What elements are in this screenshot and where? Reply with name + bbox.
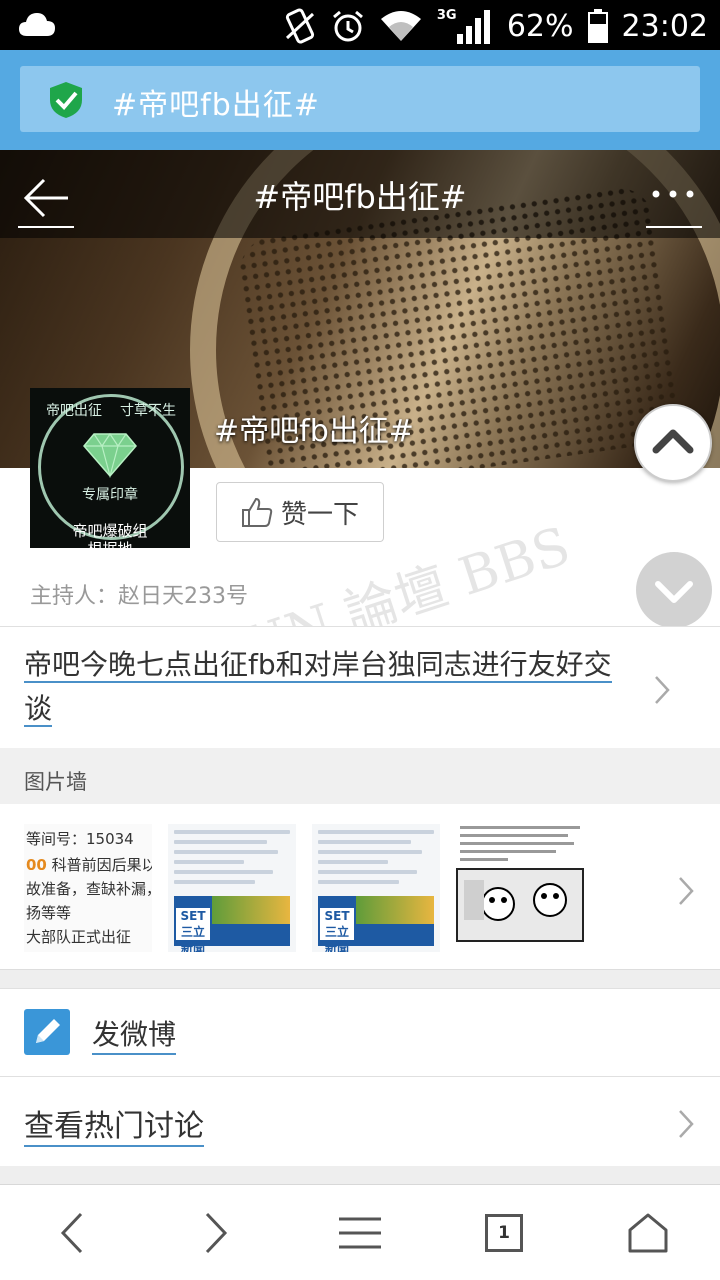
avatar-caption-2: 根据地 <box>30 538 190 548</box>
diamond-icon <box>83 432 137 478</box>
like-button[interactable]: 赞一下 <box>216 482 384 542</box>
topic-text: 帝吧今晚七点出征fb和对岸台独同志进行友好交谈 <box>24 643 624 731</box>
thumb-text-block <box>318 830 434 890</box>
seal-text-center: 专属印章 <box>82 487 138 503</box>
chevron-right-icon <box>205 1212 228 1254</box>
tabs-count: 1 <box>485 1214 523 1252</box>
tabs-button[interactable]: 1 <box>474 1203 534 1263</box>
thumb-text-block <box>174 830 290 890</box>
picture-wall-header: 图片墙 <box>0 748 720 804</box>
host-label: 主持人：赵日天233号 <box>30 584 248 609</box>
browser-bottom-nav: 1 <box>0 1184 720 1280</box>
battery-icon <box>587 9 608 43</box>
chevron-down-icon <box>655 581 693 603</box>
battery-percent: 62% <box>506 8 574 44</box>
picture-thumbnail[interactable] <box>456 824 584 952</box>
signal-icon: 3G <box>437 6 493 46</box>
thumb-text-line: 故准备，查缺补漏，账号 <box>26 880 152 898</box>
vibrate-icon <box>285 8 314 44</box>
thumb-up-icon <box>241 497 273 527</box>
home-button[interactable] <box>618 1203 678 1263</box>
more-menu-button[interactable] <box>644 172 702 224</box>
topic-link[interactable]: 帝吧今晚七点出征fb和对岸台独同志进行友好交谈 <box>24 648 612 727</box>
picture-thumbnail[interactable]: 等间号：15034 00 科普前因后果以及解 故准备，查缺补漏，账号 扬等等 大… <box>24 824 152 952</box>
hot-discussions-row[interactable]: 查看热门讨论 <box>0 1076 720 1166</box>
chevron-right-icon <box>655 676 670 704</box>
thumb-text-line: 大部队正式出征 <box>26 928 132 946</box>
post-weibo-label[interactable]: 发微博 <box>92 1013 177 1055</box>
chevron-right-icon <box>679 877 694 905</box>
news-logo: SET 三立新聞 <box>176 908 210 952</box>
scroll-down-button[interactable] <box>636 552 712 628</box>
browser-menu-button[interactable] <box>330 1203 390 1263</box>
picture-thumbnail[interactable]: SET 三立新聞 <box>168 824 296 952</box>
status-bar: 3G 62% 23:02 <box>0 0 720 50</box>
topic-name: #帝吧fb出征# <box>214 414 414 449</box>
hamburger-menu-icon <box>339 1217 381 1249</box>
news-banner <box>212 896 290 924</box>
chevron-left-icon <box>60 1212 83 1254</box>
topic-row[interactable]: 帝吧今晚七点出征fb和对岸台独同志进行友好交谈 <box>0 626 720 748</box>
thumb-text-line: 等间号：15034 <box>26 830 134 848</box>
shield-check-icon <box>50 82 82 118</box>
news-banner <box>356 896 434 924</box>
browser-toolbar: #帝吧fb出征# <box>0 50 720 150</box>
back-underline <box>18 226 74 228</box>
scroll-up-button[interactable] <box>634 404 712 482</box>
address-bar[interactable]: #帝吧fb出征# <box>20 66 700 132</box>
avatar: 帝吧出征 寸草不生 专属印章 帝吧爆破组 根据地 <box>30 388 190 548</box>
cloud-icon <box>19 13 55 36</box>
page-title: #帝吧fb出征# <box>253 178 467 216</box>
network-type: 3G <box>436 8 457 23</box>
picture-wall[interactable]: 等间号：15034 00 科普前因后果以及解 故准备，查缺补漏，账号 扬等等 大… <box>0 804 720 970</box>
seal-text-right: 寸草不生 <box>120 403 176 419</box>
picture-wall-label: 图片墙 <box>24 770 87 794</box>
home-icon <box>628 1213 668 1253</box>
thumb-text-line: 扬等等 <box>26 904 72 922</box>
thumb-text-line: 00 科普前因后果以及解 <box>26 856 152 874</box>
meme-image <box>456 868 584 942</box>
thumb-text-block <box>460 826 580 866</box>
browser-back-button[interactable] <box>42 1203 102 1263</box>
more-dots-icon <box>652 190 694 198</box>
news-logo: SET 三立新聞 <box>320 908 354 952</box>
hot-discussions-label[interactable]: 查看热门讨论 <box>24 1101 204 1147</box>
alarm-icon <box>332 10 363 42</box>
chevron-up-icon <box>652 429 694 454</box>
pencil-icon <box>24 1009 70 1055</box>
wifi-icon <box>380 11 421 41</box>
post-weibo-row[interactable]: 发微博 <box>0 988 720 1076</box>
seal-text-left: 帝吧出征 <box>46 403 102 419</box>
like-label: 赞一下 <box>280 499 359 530</box>
picture-thumbnail[interactable]: SET 三立新聞 <box>312 824 440 952</box>
address-text: #帝吧fb出征# <box>112 88 320 123</box>
clock: 23:02 <box>621 8 708 44</box>
browser-forward-button[interactable] <box>186 1203 246 1263</box>
menu-underline <box>646 226 702 228</box>
chevron-right-icon <box>679 1110 694 1138</box>
